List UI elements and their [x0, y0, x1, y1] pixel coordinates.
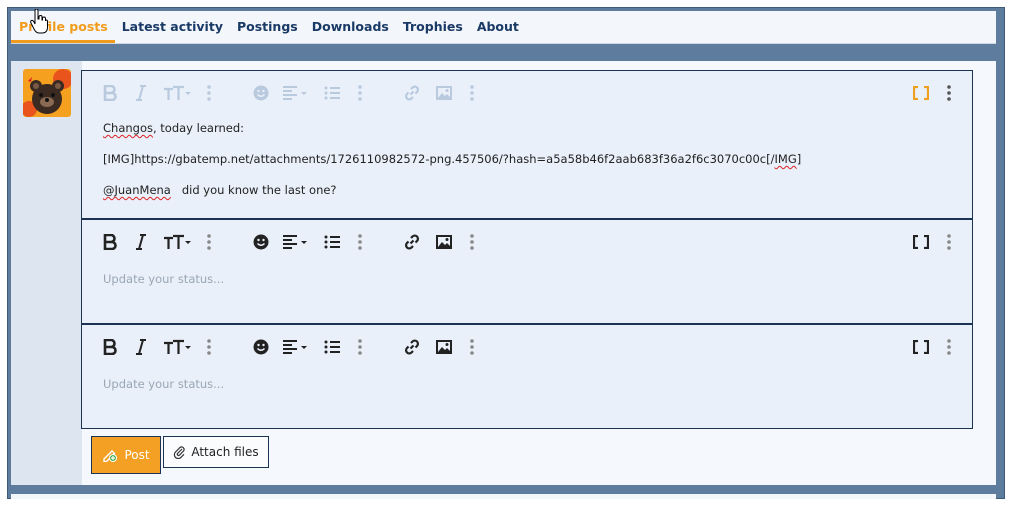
avatar-column	[11, 61, 82, 485]
profile-tabs: Profile posts Latest activity Postings D…	[11, 11, 996, 44]
tab-postings[interactable]: Postings	[230, 11, 305, 43]
misspelled-word: Changos	[103, 121, 153, 135]
post-line: @JuanMena did you know the last one?	[103, 182, 952, 198]
bold-icon[interactable]	[100, 83, 120, 103]
smiley-icon[interactable]	[251, 337, 271, 357]
editor-toolbar	[82, 220, 972, 264]
post-line: Changos, today learned:	[103, 120, 952, 136]
italic-icon[interactable]	[131, 232, 151, 252]
more-options-icon[interactable]	[939, 232, 959, 252]
paperclip-icon	[174, 446, 185, 459]
image-icon[interactable]	[434, 83, 454, 103]
misspelled-word: IMG	[774, 152, 797, 166]
status-editor-2[interactable]: Update your status...	[81, 219, 973, 324]
align-icon[interactable]	[281, 337, 309, 357]
text-size-icon[interactable]	[162, 232, 192, 252]
post-button-label: Post	[124, 448, 150, 462]
more-options-icon[interactable]	[350, 337, 370, 357]
italic-icon[interactable]	[131, 83, 151, 103]
tab-about[interactable]: About	[470, 11, 526, 43]
status-editor-3[interactable]: Update your status...	[81, 324, 973, 429]
link-icon[interactable]	[402, 232, 422, 252]
italic-icon[interactable]	[131, 337, 151, 357]
user-mention[interactable]: @JuanMena	[103, 183, 171, 197]
pencil-icon	[103, 450, 118, 462]
image-icon[interactable]	[434, 232, 454, 252]
more-options-icon[interactable]	[462, 83, 482, 103]
list-icon[interactable]	[322, 337, 342, 357]
bold-icon[interactable]	[100, 232, 120, 252]
post-button[interactable]: Post	[91, 436, 161, 474]
text-fragment: ]	[796, 152, 802, 166]
bbcode-toggle-icon[interactable]	[911, 232, 931, 252]
tab-profile-posts[interactable]: Profile posts	[11, 11, 115, 43]
smiley-icon[interactable]	[251, 232, 271, 252]
list-icon[interactable]	[322, 232, 342, 252]
align-icon[interactable]	[281, 83, 309, 103]
avatar[interactable]	[23, 69, 71, 117]
hand-cursor-icon	[30, 9, 48, 34]
next-section-edge	[11, 494, 996, 499]
tab-trophies[interactable]: Trophies	[396, 11, 470, 43]
more-options-icon[interactable]	[199, 232, 219, 252]
text-fragment: [IMG]https://gbatemp.net/attachments/172…	[103, 152, 775, 166]
more-options-icon[interactable]	[199, 337, 219, 357]
post-line: [IMG]https://gbatemp.net/attachments/172…	[103, 151, 952, 167]
more-options-icon[interactable]	[939, 337, 959, 357]
status-placeholder[interactable]: Update your status...	[103, 377, 224, 391]
bbcode-toggle-icon[interactable]	[911, 83, 931, 103]
editor-content[interactable]: Changos, today learned: [IMG]https://gba…	[103, 120, 952, 213]
text-size-icon[interactable]	[162, 337, 192, 357]
more-options-icon[interactable]	[462, 232, 482, 252]
attach-files-label: Attach files	[191, 445, 259, 459]
align-icon[interactable]	[281, 232, 309, 252]
more-options-icon[interactable]	[199, 83, 219, 103]
smiley-icon[interactable]	[251, 83, 271, 103]
text-size-icon[interactable]	[162, 83, 192, 103]
status-editor-1[interactable]: Changos, today learned: [IMG]https://gba…	[81, 70, 973, 219]
editor-toolbar	[82, 325, 972, 369]
link-icon[interactable]	[402, 83, 422, 103]
bbcode-toggle-icon[interactable]	[911, 337, 931, 357]
image-icon[interactable]	[434, 337, 454, 357]
link-icon[interactable]	[402, 337, 422, 357]
editor-toolbar	[82, 71, 972, 115]
text-fragment: did you know the last one?	[170, 183, 337, 197]
more-options-icon[interactable]	[462, 337, 482, 357]
list-icon[interactable]	[322, 83, 342, 103]
tab-downloads[interactable]: Downloads	[305, 11, 396, 43]
text-fragment: , today learned:	[152, 121, 245, 135]
tab-latest-activity[interactable]: Latest activity	[115, 11, 230, 43]
attach-files-button[interactable]: Attach files	[163, 436, 269, 468]
more-options-icon[interactable]	[939, 83, 959, 103]
more-options-icon[interactable]	[350, 83, 370, 103]
status-placeholder[interactable]: Update your status...	[103, 272, 224, 286]
more-options-icon[interactable]	[350, 232, 370, 252]
bold-icon[interactable]	[100, 337, 120, 357]
